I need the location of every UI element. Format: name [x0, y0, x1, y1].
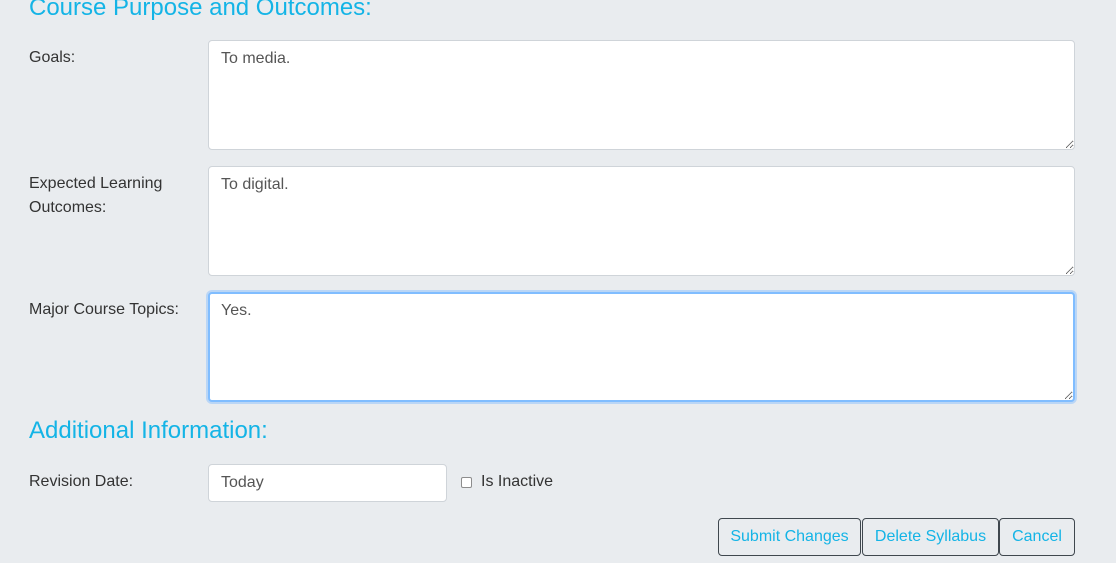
cancel-button[interactable]: Cancel [999, 518, 1075, 556]
section-heading-purpose: Course Purpose and Outcomes: [29, 0, 372, 21]
revision-date-input[interactable] [208, 464, 447, 502]
submit-changes-button[interactable]: Submit Changes [718, 518, 861, 556]
syllabus-form: Course Purpose and Outcomes: Goals: To m… [0, 0, 1116, 563]
is-inactive-label: Is Inactive [481, 473, 554, 490]
is-inactive-checkbox[interactable] [461, 476, 472, 488]
course-topics-textarea[interactable]: Yes. [208, 292, 1075, 402]
learning-outcomes-textarea[interactable]: To digital. [208, 166, 1075, 276]
course-topics-label: Major Course Topics: [29, 301, 179, 318]
learning-outcomes-label: Expected Learning Outcomes: [29, 175, 163, 216]
section-heading-additional: Additional Information: [29, 417, 268, 444]
goals-label: Goals: [29, 49, 76, 66]
delete-syllabus-button[interactable]: Delete Syllabus [862, 518, 999, 556]
goals-textarea[interactable]: To media. [208, 40, 1075, 150]
is-inactive-toggle[interactable]: Is Inactive [461, 472, 553, 492]
revision-date-label: Revision Date: [29, 473, 134, 490]
